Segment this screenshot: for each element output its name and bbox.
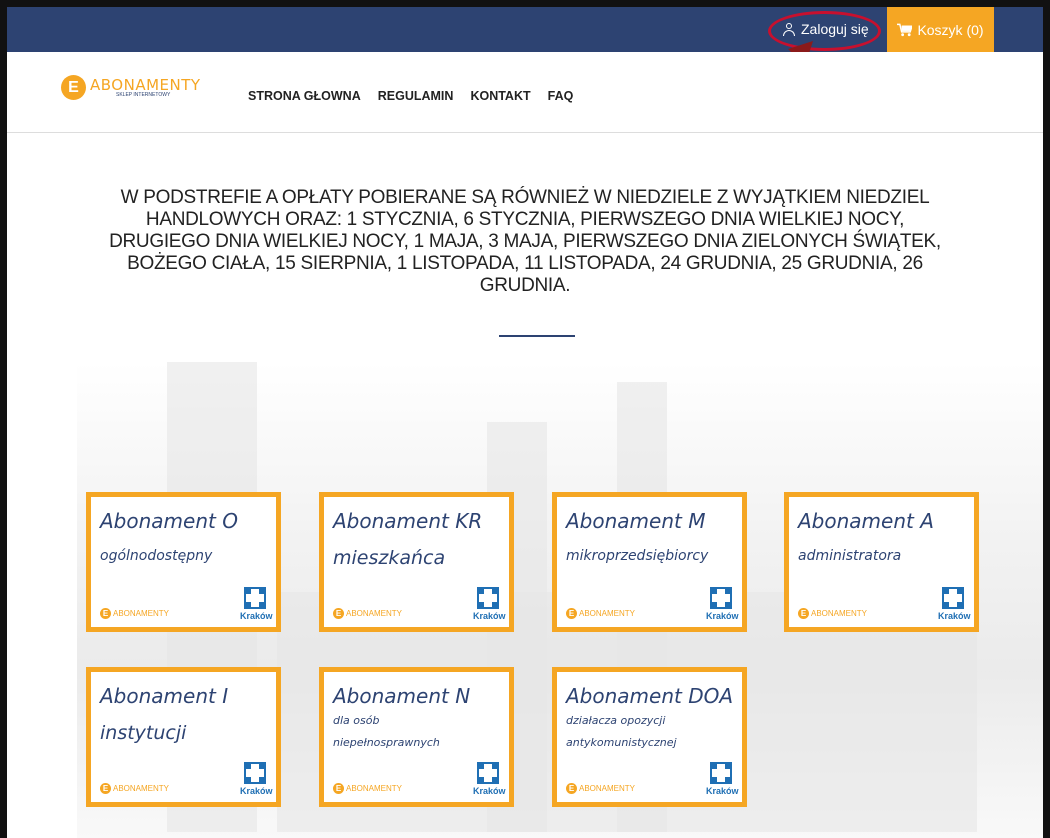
logo-text: ABONAMENTY — [90, 75, 201, 94]
site-logo[interactable]: E ABONAMENTY SKLEP INTERNETOWY — [61, 75, 201, 100]
cart-button[interactable]: Koszyk (0) — [887, 7, 994, 52]
krakow-logo: Kraków — [473, 762, 506, 796]
card-logo: E ABONAMENTY — [566, 608, 635, 619]
site-header: E ABONAMENTY SKLEP INTERNETOWY STRONA GŁ… — [7, 52, 1043, 133]
card-title: Abonament M — [566, 509, 706, 533]
krakow-crest-icon — [710, 762, 732, 784]
card-abonament-i[interactable]: Abonament I instytucji E ABONAMENTY Krakó… — [86, 667, 281, 807]
logo-badge: E — [61, 75, 86, 100]
krakow-crest-icon — [244, 587, 266, 609]
page-headline: W PODSTREFIE A OPŁATY POBIERANE SĄ RÓWNI… — [109, 187, 941, 296]
krakow-logo: Kraków — [706, 587, 739, 621]
card-abonament-o[interactable]: Abonament O ogólnodostępny E ABONAMENTY K… — [86, 492, 281, 632]
krakow-crest-icon — [244, 762, 266, 784]
card-title: Abonament DOA — [566, 684, 734, 708]
card-logo: E ABONAMENTY — [333, 608, 402, 619]
krakow-logo: Kraków — [706, 762, 739, 796]
top-bar: Zaloguj się Koszyk (0) — [7, 7, 1043, 52]
cart-label: Koszyk (0) — [917, 21, 984, 38]
krakow-logo: Kraków — [240, 762, 273, 796]
krakow-crest-icon — [477, 762, 499, 784]
browser-viewport: Zaloguj się Koszyk (0) E ABONAMENTY SKLE… — [0, 0, 1050, 838]
card-title: Abonament A — [798, 509, 934, 533]
card-logo: E ABONAMENTY — [566, 783, 635, 794]
krakow-crest-icon — [477, 587, 499, 609]
card-title: Abonament I — [100, 684, 229, 708]
card-subtitle: mikroprzedsiębiorcy — [566, 548, 709, 564]
krakow-crest-icon — [942, 587, 964, 609]
nav-faq[interactable]: FAQ — [548, 89, 574, 103]
card-title: Abonament N — [333, 684, 471, 708]
card-abonament-kr[interactable]: Abonament KR mieszkańca E ABONAMENTY Krak… — [319, 492, 514, 632]
nav-terms[interactable]: REGULAMIN — [378, 89, 454, 103]
main-nav: STRONA GŁOWNA REGULAMIN KONTAKT FAQ — [248, 89, 573, 103]
krakow-logo: Kraków — [938, 587, 971, 621]
card-logo: E ABONAMENTY — [798, 608, 867, 619]
card-title: Abonament KR — [333, 509, 483, 533]
cart-icon — [897, 23, 913, 36]
headline-divider — [499, 335, 575, 337]
card-logo: E ABONAMENTY — [100, 608, 169, 619]
card-subtitle: mieszkańca — [333, 547, 446, 569]
krakow-logo: Kraków — [240, 587, 273, 621]
card-subtitle: działacza opozycji antykomunistycznej — [566, 714, 677, 749]
nav-contact[interactable]: KONTAKT — [470, 89, 530, 103]
card-title: Abonament O — [100, 509, 238, 533]
card-subtitle: dla osób niepełnosprawnych — [333, 714, 440, 749]
krakow-logo: Kraków — [473, 587, 506, 621]
krakow-crest-icon — [710, 587, 732, 609]
card-subtitle: administratora — [798, 548, 902, 564]
card-logo: E ABONAMENTY — [333, 783, 402, 794]
card-logo: E ABONAMENTY — [100, 783, 169, 794]
nav-home[interactable]: STRONA GŁOWNA — [248, 89, 361, 103]
card-abonament-doa[interactable]: Abonament DOA działacza opozycji antykom… — [552, 667, 747, 807]
card-abonament-m[interactable]: Abonament M mikroprzedsiębiorcy E ABONAME… — [552, 492, 747, 632]
card-abonament-a[interactable]: Abonament A administratora E ABONAMENTY K… — [784, 492, 979, 632]
card-subtitle: instytucji — [100, 722, 187, 744]
card-abonament-n[interactable]: Abonament N dla osób niepełnosprawnych E… — [319, 667, 514, 807]
card-subtitle: ogólnodostępny — [100, 548, 213, 564]
